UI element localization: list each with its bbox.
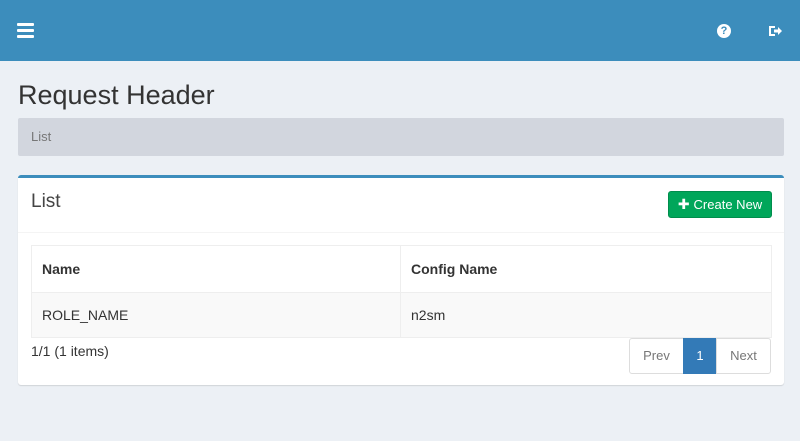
question-circle-icon[interactable]: ?	[717, 24, 731, 38]
top-navbar: ?	[0, 0, 800, 61]
create-new-button[interactable]: ✚ Create New	[668, 191, 772, 218]
cell-name[interactable]: ROLE_NAME	[31, 292, 401, 338]
plus-icon: ✚	[677, 196, 690, 212]
pagination: Prev 1 Next	[629, 338, 771, 374]
column-header-name[interactable]: Name	[31, 245, 401, 293]
sign-out-icon[interactable]	[767, 23, 783, 39]
hamburger-icon[interactable]	[17, 23, 34, 38]
box-title: List	[31, 191, 61, 212]
request-header-table: Name Config Name ROLE_NAME n2sm	[31, 245, 772, 338]
box-header: List ✚ Create New	[18, 178, 784, 233]
page-1-button[interactable]: 1	[683, 338, 717, 374]
next-page-button[interactable]: Next	[716, 338, 771, 374]
prev-page-button[interactable]: Prev	[629, 338, 684, 374]
list-box: List ✚ Create New Name Config Name ROLE_N…	[18, 175, 784, 385]
create-new-label: Create New	[693, 197, 763, 212]
table-header-row: Name Config Name	[31, 245, 772, 293]
items-summary: 1/1 (1 items)	[31, 343, 109, 359]
breadcrumb-item-list[interactable]: List	[31, 129, 51, 144]
column-header-config-name[interactable]: Config Name	[400, 245, 772, 293]
cell-config-name[interactable]: n2sm	[400, 292, 772, 338]
page-title: Request Header	[18, 80, 215, 110]
table-row[interactable]: ROLE_NAME n2sm	[31, 292, 772, 338]
breadcrumb: List	[18, 118, 784, 156]
